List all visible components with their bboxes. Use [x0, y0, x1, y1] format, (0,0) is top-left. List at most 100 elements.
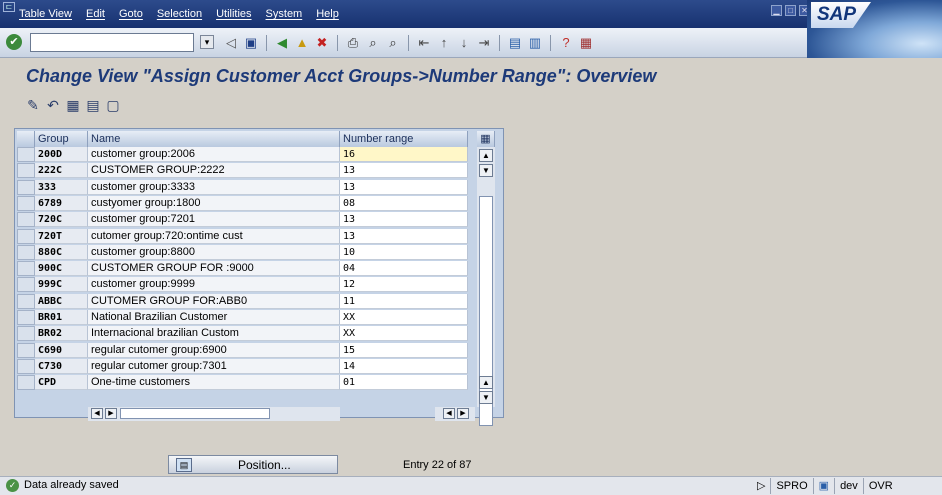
- customize-layout-icon[interactable]: ▦: [577, 34, 595, 52]
- scroll-left-icon[interactable]: ◀: [443, 408, 455, 419]
- minimize-icon[interactable]: ▁: [771, 5, 782, 16]
- table-settings-icon[interactable]: ▦: [477, 131, 495, 147]
- cell-number-range[interactable]: 11: [340, 293, 468, 309]
- cell-group: C730: [35, 358, 88, 374]
- maximize-icon[interactable]: □: [785, 5, 796, 16]
- horizontal-scroll-thumb[interactable]: [120, 408, 270, 419]
- menu-edit[interactable]: Edit: [86, 8, 105, 20]
- scroll-up-icon[interactable]: ▲: [479, 376, 493, 389]
- change-display-icon[interactable]: ✎: [24, 96, 42, 114]
- status-bar: ✓ Data already saved ▷ SPRO ▣ dev OVR: [0, 476, 942, 495]
- column-header-number-range[interactable]: Number range: [340, 131, 468, 147]
- cell-number-range[interactable]: 14: [340, 358, 468, 374]
- scroll-down-icon[interactable]: ▼: [479, 391, 493, 404]
- cell-number-range[interactable]: 04: [340, 261, 468, 277]
- exit-icon[interactable]: ▲: [293, 34, 311, 52]
- row-selector[interactable]: [17, 179, 35, 195]
- cell-number-range[interactable]: XX: [340, 326, 468, 342]
- previous-page-icon[interactable]: ↑: [435, 34, 453, 52]
- horizontal-scrollbar-right[interactable]: ◀ ▶: [435, 407, 475, 421]
- window-buttons: ▁ □ ✕: [771, 5, 810, 16]
- print-icon[interactable]: ⎙: [344, 34, 362, 52]
- cell-number-range[interactable]: 13: [340, 228, 468, 244]
- system-menu-icon[interactable]: ⊏: [3, 2, 15, 12]
- back-arrow-icon[interactable]: ◁: [222, 34, 240, 52]
- create-session-icon[interactable]: ▤: [506, 34, 524, 52]
- cell-number-range[interactable]: 01: [340, 375, 468, 391]
- cell-number-range[interactable]: 16: [340, 147, 468, 162]
- cancel-icon[interactable]: ✖: [313, 34, 331, 52]
- menu-goto[interactable]: Goto: [119, 8, 143, 20]
- select-column-header[interactable]: [17, 131, 35, 147]
- shortcut-icon[interactable]: ▥: [526, 34, 544, 52]
- status-transaction[interactable]: SPRO: [770, 478, 812, 494]
- row-selector[interactable]: [17, 375, 35, 391]
- back-icon[interactable]: ◀: [273, 34, 291, 52]
- cell-number-range[interactable]: XX: [340, 310, 468, 325]
- command-field[interactable]: [30, 33, 194, 52]
- menu-selection[interactable]: Selection: [157, 8, 202, 20]
- status-expand-icon[interactable]: ▷: [752, 478, 770, 494]
- row-selector[interactable]: [17, 163, 35, 179]
- sap-brand-area: SAP: [807, 0, 942, 58]
- select-all-icon[interactable]: ▦: [64, 96, 82, 114]
- menu-help[interactable]: Help: [316, 8, 339, 20]
- row-selector[interactable]: [17, 244, 35, 260]
- position-button[interactable]: ▤ Position...: [168, 455, 338, 474]
- select-block-icon[interactable]: ▤: [84, 96, 102, 114]
- help-icon[interactable]: ?: [557, 34, 575, 52]
- undo-icon[interactable]: ↶: [44, 96, 62, 114]
- find-icon[interactable]: ⌕: [364, 34, 382, 52]
- status-info: ▷ SPRO ▣ dev OVR: [752, 478, 898, 494]
- menu-system[interactable]: System: [266, 8, 303, 20]
- scroll-down-icon[interactable]: ▼: [479, 164, 493, 177]
- toolbar-separator: [337, 35, 338, 51]
- next-page-icon[interactable]: ↓: [455, 34, 473, 52]
- cell-number-range[interactable]: 10: [340, 244, 468, 260]
- cell-number-range[interactable]: 13: [340, 179, 468, 195]
- row-selector[interactable]: [17, 228, 35, 244]
- cell-number-range[interactable]: 12: [340, 277, 468, 293]
- command-history-icon[interactable]: ▾: [200, 35, 214, 49]
- status-system: dev: [834, 478, 863, 494]
- row-selector[interactable]: [17, 195, 35, 211]
- status-mode[interactable]: OVR: [862, 478, 898, 494]
- cell-group: 200D: [35, 147, 88, 162]
- menu-utilities[interactable]: Utilities: [216, 8, 251, 20]
- enter-icon[interactable]: ✔: [6, 34, 22, 50]
- row-selector[interactable]: [17, 277, 35, 293]
- cell-name: One-time customers: [88, 375, 340, 391]
- deselect-all-icon[interactable]: ▢: [104, 96, 122, 114]
- cell-number-range[interactable]: 08: [340, 195, 468, 211]
- cell-name: customer group:8800: [88, 244, 340, 260]
- column-header-group[interactable]: Group: [35, 131, 88, 147]
- row-selector[interactable]: [17, 293, 35, 309]
- cell-number-range[interactable]: 13: [340, 163, 468, 179]
- row-selector[interactable]: [17, 342, 35, 358]
- last-page-icon[interactable]: ⇥: [475, 34, 493, 52]
- status-system-icon[interactable]: ▣: [812, 478, 834, 494]
- cell-name: cutomer group:720:ontime cust: [88, 228, 340, 244]
- menu-table-view[interactable]: Table View: [19, 8, 72, 20]
- scroll-right-icon[interactable]: ▶: [105, 408, 117, 419]
- vertical-scrollbar[interactable]: ▲ ▼ ▲ ▼: [477, 147, 495, 426]
- scroll-up-icon[interactable]: ▲: [479, 149, 493, 162]
- scroll-right-icon[interactable]: ▶: [457, 408, 469, 419]
- save-icon[interactable]: ▣: [242, 34, 260, 52]
- cell-group: 880C: [35, 244, 88, 260]
- cell-group: CPD: [35, 375, 88, 391]
- cell-number-range[interactable]: 15: [340, 342, 468, 358]
- row-selector[interactable]: [17, 212, 35, 228]
- cell-group: 900C: [35, 261, 88, 277]
- row-selector[interactable]: [17, 310, 35, 325]
- row-selector[interactable]: [17, 358, 35, 374]
- scroll-left-icon[interactable]: ◀: [91, 408, 103, 419]
- row-selector[interactable]: [17, 326, 35, 342]
- cell-number-range[interactable]: 13: [340, 212, 468, 228]
- row-selector[interactable]: [17, 147, 35, 162]
- find-next-icon[interactable]: ⌕: [384, 34, 402, 52]
- row-selector[interactable]: [17, 261, 35, 277]
- horizontal-scrollbar-left[interactable]: ◀ ▶: [88, 407, 340, 421]
- first-page-icon[interactable]: ⇤: [415, 34, 433, 52]
- column-header-name[interactable]: Name: [88, 131, 340, 147]
